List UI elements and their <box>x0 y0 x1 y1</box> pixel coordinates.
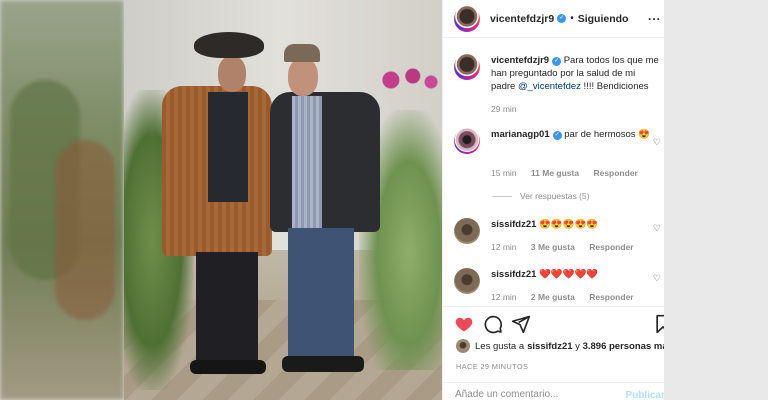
following-button[interactable]: Siguiendo <box>578 13 629 25</box>
add-comment-bar: Publicar <box>443 382 664 400</box>
likes-prefix: Les gusta a <box>475 340 525 352</box>
caption-text: vicentefdzjr9 ✓ Para todos los que me han… <box>491 54 661 93</box>
comment-meta: 12 min 2 Me gusta Responder <box>491 292 646 302</box>
caption-mention[interactable]: @_vicentefdez <box>518 81 581 92</box>
caption-time: 29 min <box>491 104 517 114</box>
post-photo[interactable] <box>124 0 442 400</box>
comment-icon[interactable] <box>483 314 503 334</box>
action-bar <box>443 306 664 338</box>
likes-middle: y <box>572 340 583 352</box>
comment-text: sissifdz21 ❤️❤️❤️❤️❤️ <box>491 268 661 281</box>
comment-likes[interactable]: 11 Me gusta <box>531 168 579 178</box>
comment-time: 12 min <box>491 242 517 252</box>
heart-icon[interactable] <box>454 314 474 334</box>
avatar[interactable] <box>454 218 480 244</box>
avatar[interactable] <box>454 5 480 32</box>
avatar[interactable] <box>454 128 480 154</box>
share-icon[interactable] <box>511 314 531 334</box>
comment-likes[interactable]: 2 Me gusta <box>531 292 575 302</box>
view-replies-button[interactable]: Ver respuestas (5) <box>492 191 589 201</box>
verified-badge-icon: ✓ <box>557 14 567 23</box>
comment-username[interactable]: marianagp01 <box>491 129 550 140</box>
comment-text: sissifdz21 😍😍😍😍😍 <box>491 218 661 231</box>
header-username[interactable]: vicentefdzjr9 <box>490 13 554 25</box>
caption-meta: 29 min <box>491 104 529 114</box>
comment-like-heart-icon[interactable]: ♡ <box>653 273 661 284</box>
reply-button[interactable]: Responder <box>589 242 633 252</box>
comment-meta: 12 min 3 Me gusta Responder <box>491 242 646 252</box>
comment-username[interactable]: sissifdz21 <box>491 219 536 230</box>
replies-divider <box>492 195 512 197</box>
blurred-background-right <box>664 0 768 400</box>
comment-input[interactable] <box>455 389 605 400</box>
comment-likes[interactable]: 3 Me gusta <box>531 242 575 252</box>
comment-username[interactable]: sissifdz21 <box>491 269 536 280</box>
likes-user[interactable]: sissifdz21 <box>527 341 572 352</box>
view-replies-label: Ver respuestas (5) <box>520 191 590 201</box>
comment-like-heart-icon[interactable]: ♡ <box>653 137 661 148</box>
post-panel: vicentefdzjr9 ✓ • Siguiendo ... vicentef… <box>442 0 664 400</box>
publish-button[interactable]: Publicar <box>626 390 664 400</box>
comment-text: marianagp01 ✓ par de hermosos 😍 <box>491 128 661 141</box>
comment-time: 15 min <box>491 168 517 178</box>
more-options-icon[interactable]: ... <box>648 9 661 23</box>
comment-time: 12 min <box>491 292 517 302</box>
avatar <box>456 339 470 353</box>
comment-content: ❤️❤️❤️❤️❤️ <box>539 269 599 280</box>
comment-meta: 15 min 11 Me gusta Responder <box>491 168 650 178</box>
comment-content: par de hermosos 😍 <box>564 129 651 140</box>
bookmark-icon[interactable] <box>653 314 664 334</box>
verified-badge-icon: ✓ <box>552 131 562 140</box>
caption-username[interactable]: vicentefdzjr9 <box>491 55 549 66</box>
blurred-background-left <box>0 0 124 400</box>
verified-badge-icon: ✓ <box>552 57 562 66</box>
likes-count[interactable]: 3.896 personas má <box>583 341 664 352</box>
reply-button[interactable]: Responder <box>593 168 637 178</box>
reply-button[interactable]: Responder <box>589 292 633 302</box>
comment-like-heart-icon[interactable]: ♡ <box>653 223 661 234</box>
avatar[interactable] <box>454 268 480 294</box>
post-header: vicentefdzjr9 ✓ • Siguiendo ... <box>443 0 664 38</box>
comment-content: 😍😍😍😍😍 <box>539 219 599 230</box>
likes-summary: Les gusta a sissifdz21 y 3.896 personas … <box>456 339 664 353</box>
caption-text-after: !!!! Bendiciones <box>580 81 649 92</box>
header-separator: • <box>570 13 574 24</box>
avatar[interactable] <box>454 54 480 80</box>
post-timestamp: HACE 29 MINUTOS <box>456 362 529 371</box>
